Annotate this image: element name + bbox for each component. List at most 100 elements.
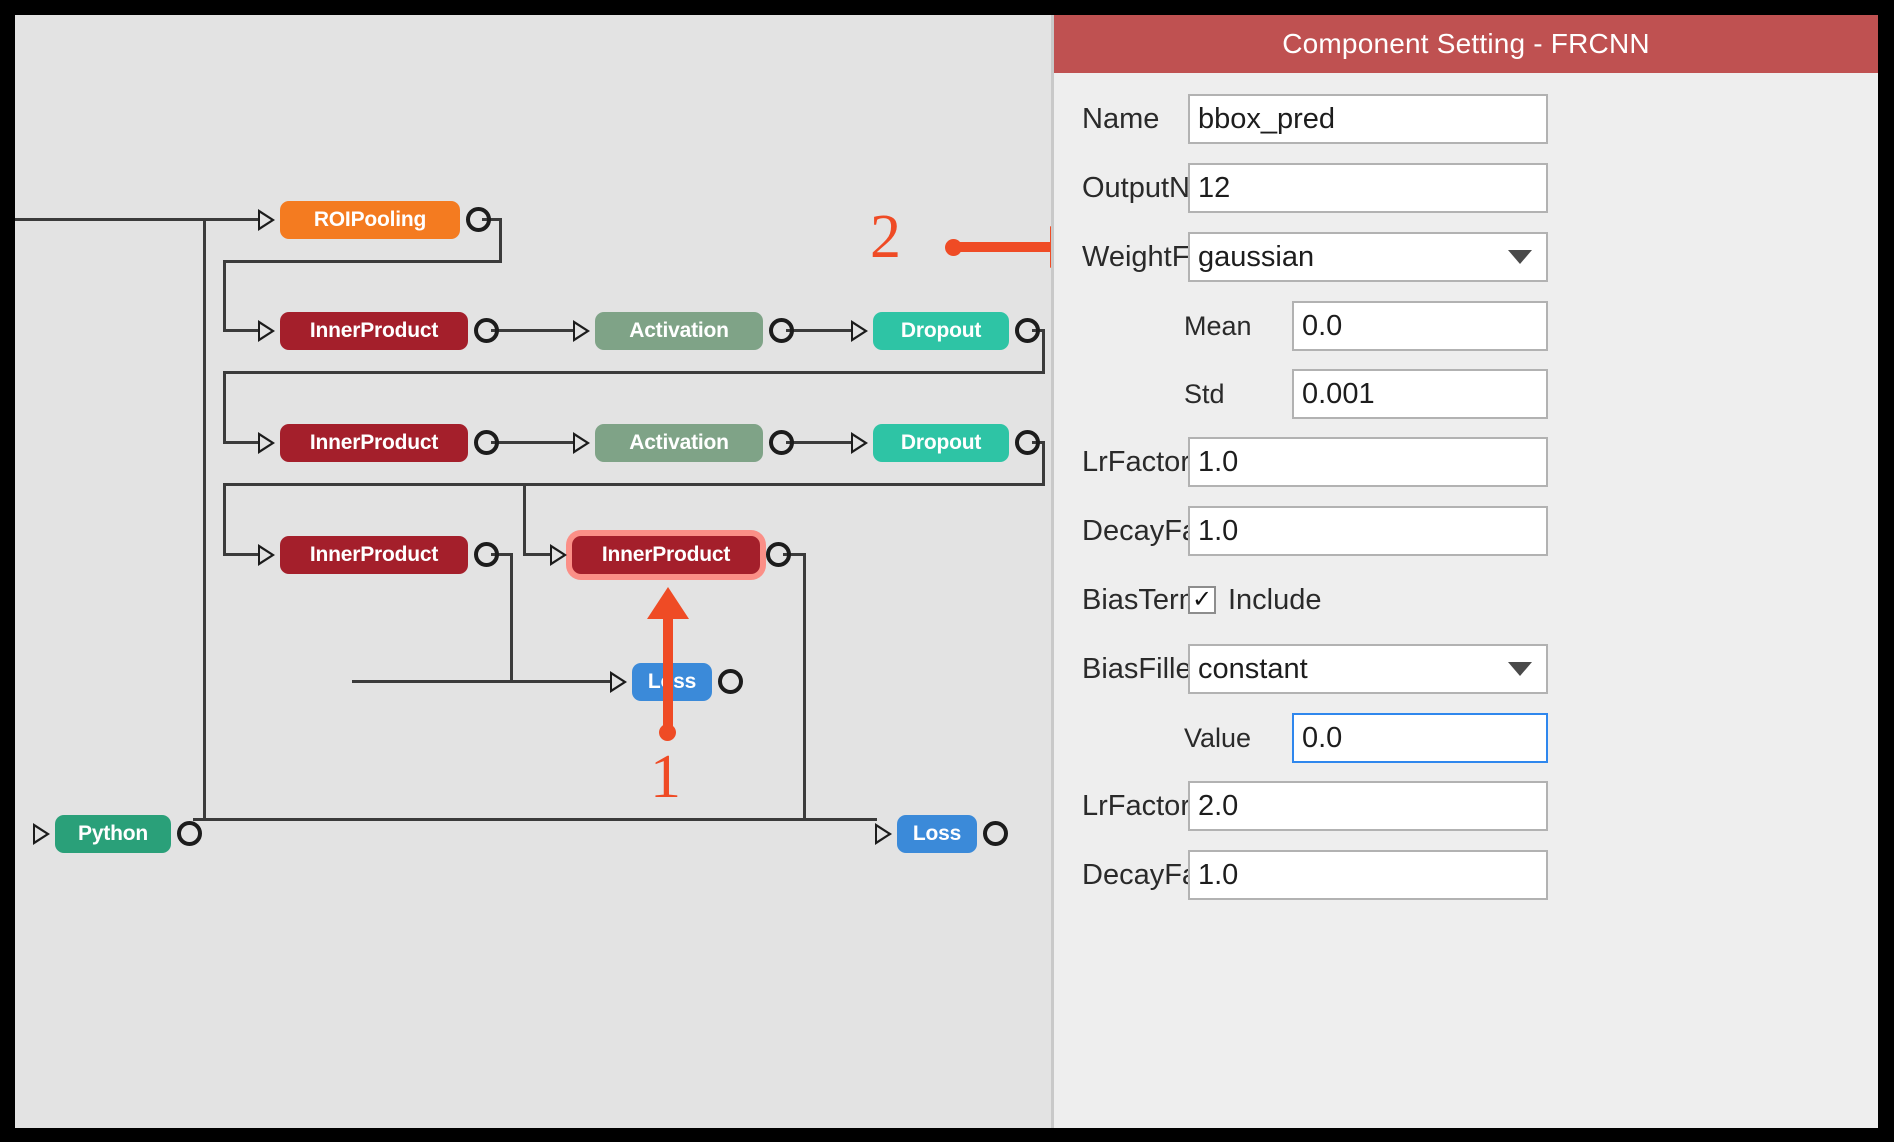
node-output-port-circle-icon[interactable] bbox=[766, 542, 791, 567]
field-label-bias_filler: BiasFiller bbox=[1082, 641, 1201, 697]
wire bbox=[193, 818, 877, 821]
annotation-1-shaft bbox=[663, 615, 673, 733]
wire bbox=[352, 680, 355, 683]
field-label-bias_term: BiasTerm bbox=[1082, 572, 1203, 628]
graph-node-roipooling[interactable]: ROIPooling bbox=[280, 201, 460, 239]
input-decay_factor_b[interactable]: 1.0 bbox=[1188, 850, 1548, 900]
chevron-down-icon[interactable] bbox=[1508, 662, 1532, 676]
input-lr_factor_for_w[interactable]: 1.0 bbox=[1188, 437, 1548, 487]
field-row-bias_term: BiasTerm✓ Include bbox=[1054, 572, 1878, 628]
wire bbox=[352, 680, 610, 683]
field-label-weight_mean: Mean bbox=[1184, 298, 1252, 354]
field-row-bias_filler: BiasFillerconstant bbox=[1054, 641, 1878, 697]
node-input-port-triangle-icon[interactable] bbox=[875, 823, 892, 845]
input-output_number[interactable]: 12 bbox=[1188, 163, 1548, 213]
chevron-down-icon[interactable] bbox=[1508, 250, 1532, 264]
checkmark-icon[interactable]: ✓ bbox=[1188, 586, 1216, 614]
graph-node-label: InnerProduct bbox=[310, 543, 438, 567]
node-input-port-triangle-icon[interactable] bbox=[573, 432, 590, 454]
wire bbox=[203, 218, 206, 818]
node-input-port-triangle-icon[interactable] bbox=[851, 432, 868, 454]
graph-node-label: InnerProduct bbox=[310, 431, 438, 455]
input-name[interactable]: bbox_pred bbox=[1188, 94, 1548, 144]
graph-node-innerproduct2[interactable]: InnerProduct bbox=[280, 424, 468, 462]
wire bbox=[491, 329, 577, 332]
field-row-name: Name bbox_pred bbox=[1054, 91, 1878, 147]
graph-node-label: Dropout bbox=[901, 319, 981, 343]
node-input-port-triangle-icon[interactable] bbox=[550, 544, 567, 566]
graph-node-label: ROIPooling bbox=[314, 208, 426, 232]
node-output-port-circle-icon[interactable] bbox=[474, 542, 499, 567]
field-row-decay_factor_b: DecayFactorForB1.0 bbox=[1054, 847, 1878, 903]
node-output-port-circle-icon[interactable] bbox=[474, 318, 499, 343]
graph-node-innerproduct4[interactable]: InnerProduct bbox=[572, 536, 760, 574]
graph-node-label: Python bbox=[78, 822, 148, 846]
graph-node-dropout2[interactable]: Dropout bbox=[873, 424, 1009, 462]
select-value-weight_filler: gaussian bbox=[1198, 241, 1314, 274]
wire bbox=[223, 329, 259, 332]
graph-node-loss2[interactable]: Loss bbox=[897, 815, 977, 853]
wire bbox=[223, 553, 259, 556]
node-input-port-triangle-icon[interactable] bbox=[258, 320, 275, 342]
field-row-weight_mean: Mean 0.0 bbox=[1054, 298, 1878, 354]
field-row-lr_factor_for_w: LrFactorForW1.0 bbox=[1054, 434, 1878, 490]
graph-node-dropout1[interactable]: Dropout bbox=[873, 312, 1009, 350]
node-input-port-triangle-icon[interactable] bbox=[258, 432, 275, 454]
input-bias_value[interactable]: 0.0 bbox=[1292, 713, 1548, 763]
select-bias_filler[interactable]: constant bbox=[1188, 644, 1548, 694]
wire bbox=[223, 371, 1045, 374]
checkbox-bias_term[interactable]: ✓ Include bbox=[1188, 575, 1322, 625]
wire bbox=[223, 260, 226, 329]
node-input-port-triangle-icon[interactable] bbox=[258, 209, 275, 231]
wire bbox=[510, 553, 513, 681]
field-row-weight_std: Std0.001 bbox=[1054, 366, 1878, 422]
component-setting-panel: Component Setting - FRCNN Name bbox_pred O… bbox=[1054, 15, 1878, 1128]
node-output-port-circle-icon[interactable] bbox=[1015, 318, 1040, 343]
field-row-decay_factor_w: DecayFactorForW1.0 bbox=[1054, 503, 1878, 559]
settings-form: Namebbox_predOutputNumber12WeightFillerg… bbox=[1054, 73, 1878, 1128]
input-weight_std[interactable]: 0.001 bbox=[1292, 369, 1548, 419]
annotation-1-label: 1 bbox=[650, 746, 681, 808]
graph-node-label: InnerProduct bbox=[310, 319, 438, 343]
graph-node-python[interactable]: Python bbox=[55, 815, 171, 853]
node-output-port-circle-icon[interactable] bbox=[769, 430, 794, 455]
input-weight_mean[interactable]: 0.0 bbox=[1292, 301, 1548, 351]
field-row-lr_factor_for_b: LrFactorForB2.0 bbox=[1054, 778, 1878, 834]
node-output-port-circle-icon[interactable] bbox=[769, 318, 794, 343]
checkbox-label-bias_term: Include bbox=[1228, 584, 1322, 617]
input-decay_factor_w[interactable]: 1.0 bbox=[1188, 506, 1548, 556]
node-input-port-triangle-icon[interactable] bbox=[573, 320, 590, 342]
network-graph-canvas[interactable]: ROIPooling InnerProduct Activation Dropout I… bbox=[15, 15, 1051, 1128]
panel-title: Component Setting - FRCNN bbox=[1054, 15, 1878, 73]
wire bbox=[523, 553, 551, 556]
graph-node-innerproduct1[interactable]: InnerProduct bbox=[280, 312, 468, 350]
graph-node-label: Loss bbox=[913, 822, 961, 846]
node-output-port-circle-icon[interactable] bbox=[177, 821, 202, 846]
node-input-port-triangle-icon[interactable] bbox=[610, 671, 627, 693]
select-weight_filler[interactable]: gaussian bbox=[1188, 232, 1548, 282]
wire bbox=[1042, 441, 1045, 486]
graph-node-innerproduct3[interactable]: InnerProduct bbox=[280, 536, 468, 574]
node-output-port-circle-icon[interactable] bbox=[1015, 430, 1040, 455]
node-input-port-triangle-icon[interactable] bbox=[33, 823, 50, 845]
wire bbox=[223, 260, 502, 263]
graph-node-activation2[interactable]: Activation bbox=[595, 424, 763, 462]
wire bbox=[1042, 329, 1045, 374]
input-lr_factor_for_b[interactable]: 2.0 bbox=[1188, 781, 1548, 831]
wire bbox=[786, 441, 855, 444]
field-label-bias_value: Value bbox=[1184, 710, 1251, 766]
node-output-port-circle-icon[interactable] bbox=[466, 207, 491, 232]
graph-node-activation1[interactable]: Activation bbox=[595, 312, 763, 350]
node-input-port-triangle-icon[interactable] bbox=[851, 320, 868, 342]
wire bbox=[223, 441, 259, 444]
field-row-output_number: OutputNumber12 bbox=[1054, 160, 1878, 216]
annotation-1-arrowhead-icon bbox=[647, 587, 689, 619]
node-input-port-triangle-icon[interactable] bbox=[258, 544, 275, 566]
node-output-port-circle-icon[interactable] bbox=[474, 430, 499, 455]
graph-node-label: Activation bbox=[629, 319, 729, 343]
node-output-port-circle-icon[interactable] bbox=[983, 821, 1008, 846]
node-output-port-circle-icon[interactable] bbox=[718, 669, 743, 694]
field-label-name: Name bbox=[1082, 91, 1159, 147]
wire bbox=[786, 329, 855, 332]
wire bbox=[499, 218, 502, 263]
